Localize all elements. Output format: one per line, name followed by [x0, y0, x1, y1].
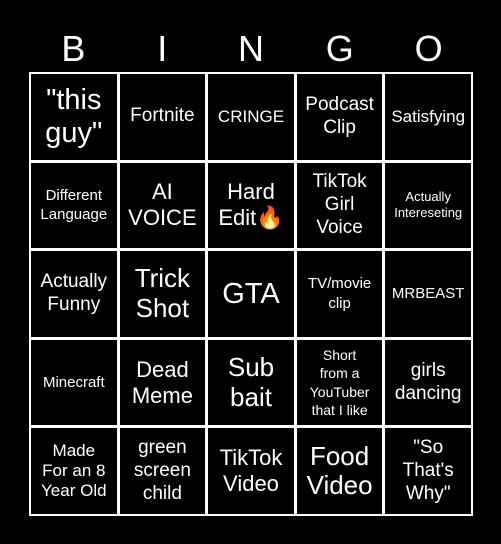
bingo-cell[interactable]: MRBEAST: [385, 251, 471, 337]
header-letter-n: N: [237, 28, 264, 69]
bingo-cell[interactable]: Dead Meme: [119, 339, 206, 426]
bingo-cell[interactable]: "this guy": [31, 74, 117, 160]
bingo-cell[interactable]: girls dancing: [385, 339, 471, 426]
bingo-cell[interactable]: "So That's Why": [385, 428, 471, 514]
bingo-cell[interactable]: TikTok Girl Voice: [296, 162, 383, 249]
bingo-cell[interactable]: Satisfying: [385, 74, 471, 160]
bingo-cell[interactable]: Sub bait: [208, 339, 294, 426]
bingo-board: "this guy" Fortnite CRINGE Podcast Clip …: [29, 72, 473, 516]
bingo-cell[interactable]: TikTok Video: [208, 428, 294, 514]
bingo-cell[interactable]: Podcast Clip: [296, 74, 383, 160]
bingo-cell[interactable]: Made For an 8 Year Old: [31, 428, 117, 514]
header-letter-g: G: [325, 28, 354, 69]
bingo-cell[interactable]: Trick Shot: [119, 251, 206, 337]
bingo-cell[interactable]: Short from a YouTuber that I like: [296, 339, 383, 426]
bingo-cell[interactable]: Actually Funny: [31, 251, 117, 337]
bingo-cell[interactable]: AI VOICE: [119, 162, 206, 249]
bingo-cell[interactable]: Food Video: [296, 428, 383, 514]
header-letter-o: O: [414, 28, 443, 69]
bingo-cell[interactable]: CRINGE: [208, 74, 294, 160]
header-letter-b: B: [61, 28, 86, 69]
header-letter-i: I: [157, 28, 168, 69]
bingo-header: B I N G O: [29, 26, 473, 72]
bingo-cell[interactable]: green screen child: [119, 428, 206, 514]
bingo-cell[interactable]: Actually Intereseting: [385, 162, 471, 249]
bingo-cell[interactable]: Fortnite: [119, 74, 206, 160]
bingo-cell[interactable]: GTA: [208, 251, 294, 337]
bingo-cell[interactable]: Hard Edit🔥: [208, 162, 294, 249]
bingo-cell[interactable]: Different Language: [31, 162, 117, 249]
bingo-cell[interactable]: Minecraft: [31, 339, 117, 426]
bingo-cell[interactable]: TV/movie clip: [296, 251, 383, 337]
